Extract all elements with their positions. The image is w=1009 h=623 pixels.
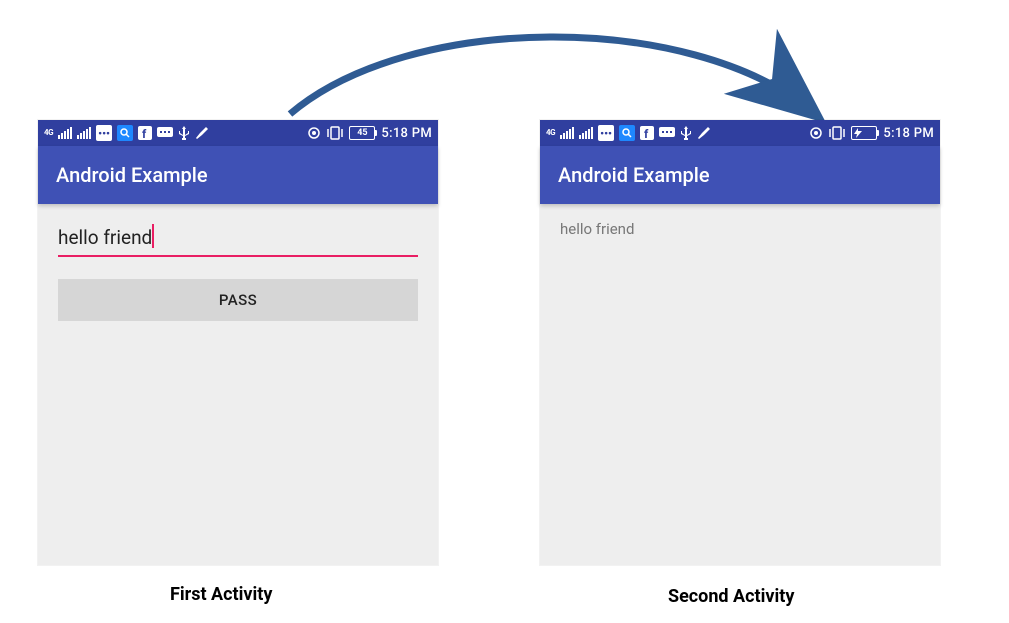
signal-icon [58, 127, 72, 139]
status-bar: 4G ••• f 45 5:18 PM [38, 120, 438, 146]
svg-text:f: f [142, 127, 147, 140]
battery-icon: 45 [349, 126, 375, 140]
second-activity-screen: 4G ••• f 5:18 PM Android Example hello f… [540, 120, 940, 565]
signal-icon [77, 127, 91, 139]
cleaner-icon [697, 126, 711, 140]
search-icon [619, 125, 635, 141]
app-title: Android Example [56, 163, 208, 187]
network-4g-icon: 4G [546, 129, 555, 137]
sms-icon: ••• [96, 125, 112, 141]
app-title: Android Example [558, 163, 710, 187]
app-bar: Android Example [540, 146, 940, 204]
hotspot-icon [809, 126, 823, 140]
status-time: 5:18 PM [883, 126, 934, 141]
input-underline [58, 255, 418, 257]
search-icon [117, 125, 133, 141]
received-text: hello friend [560, 218, 920, 238]
status-bar: 4G ••• f 5:18 PM [540, 120, 940, 146]
first-activity-screen: 4G ••• f 45 5:18 PM Android Example [38, 120, 438, 565]
sms-icon: ••• [598, 125, 614, 141]
svg-text:f: f [644, 127, 649, 140]
text-cursor [152, 224, 154, 248]
battery-charging-icon [851, 126, 877, 140]
signal-icon [579, 127, 593, 139]
network-4g-icon: 4G [44, 129, 53, 137]
vibrate-icon [829, 126, 845, 140]
message-input[interactable] [58, 222, 418, 255]
usb-icon [178, 126, 190, 140]
status-time: 5:18 PM [381, 126, 432, 141]
messenger-icon [157, 126, 173, 140]
message-input-wrap[interactable] [58, 222, 418, 257]
caption-second-activity: Second Activity [668, 586, 794, 607]
app-bar: Android Example [38, 146, 438, 204]
facebook-icon: f [640, 126, 654, 140]
transition-arrow [270, 22, 830, 132]
vibrate-icon [327, 126, 343, 140]
signal-icon [560, 127, 574, 139]
cleaner-icon [195, 126, 209, 140]
messenger-icon [659, 126, 675, 140]
pass-button[interactable]: PASS [58, 279, 418, 321]
caption-first-activity: First Activity [170, 584, 272, 605]
hotspot-icon [307, 126, 321, 140]
usb-icon [680, 126, 692, 140]
facebook-icon: f [138, 126, 152, 140]
